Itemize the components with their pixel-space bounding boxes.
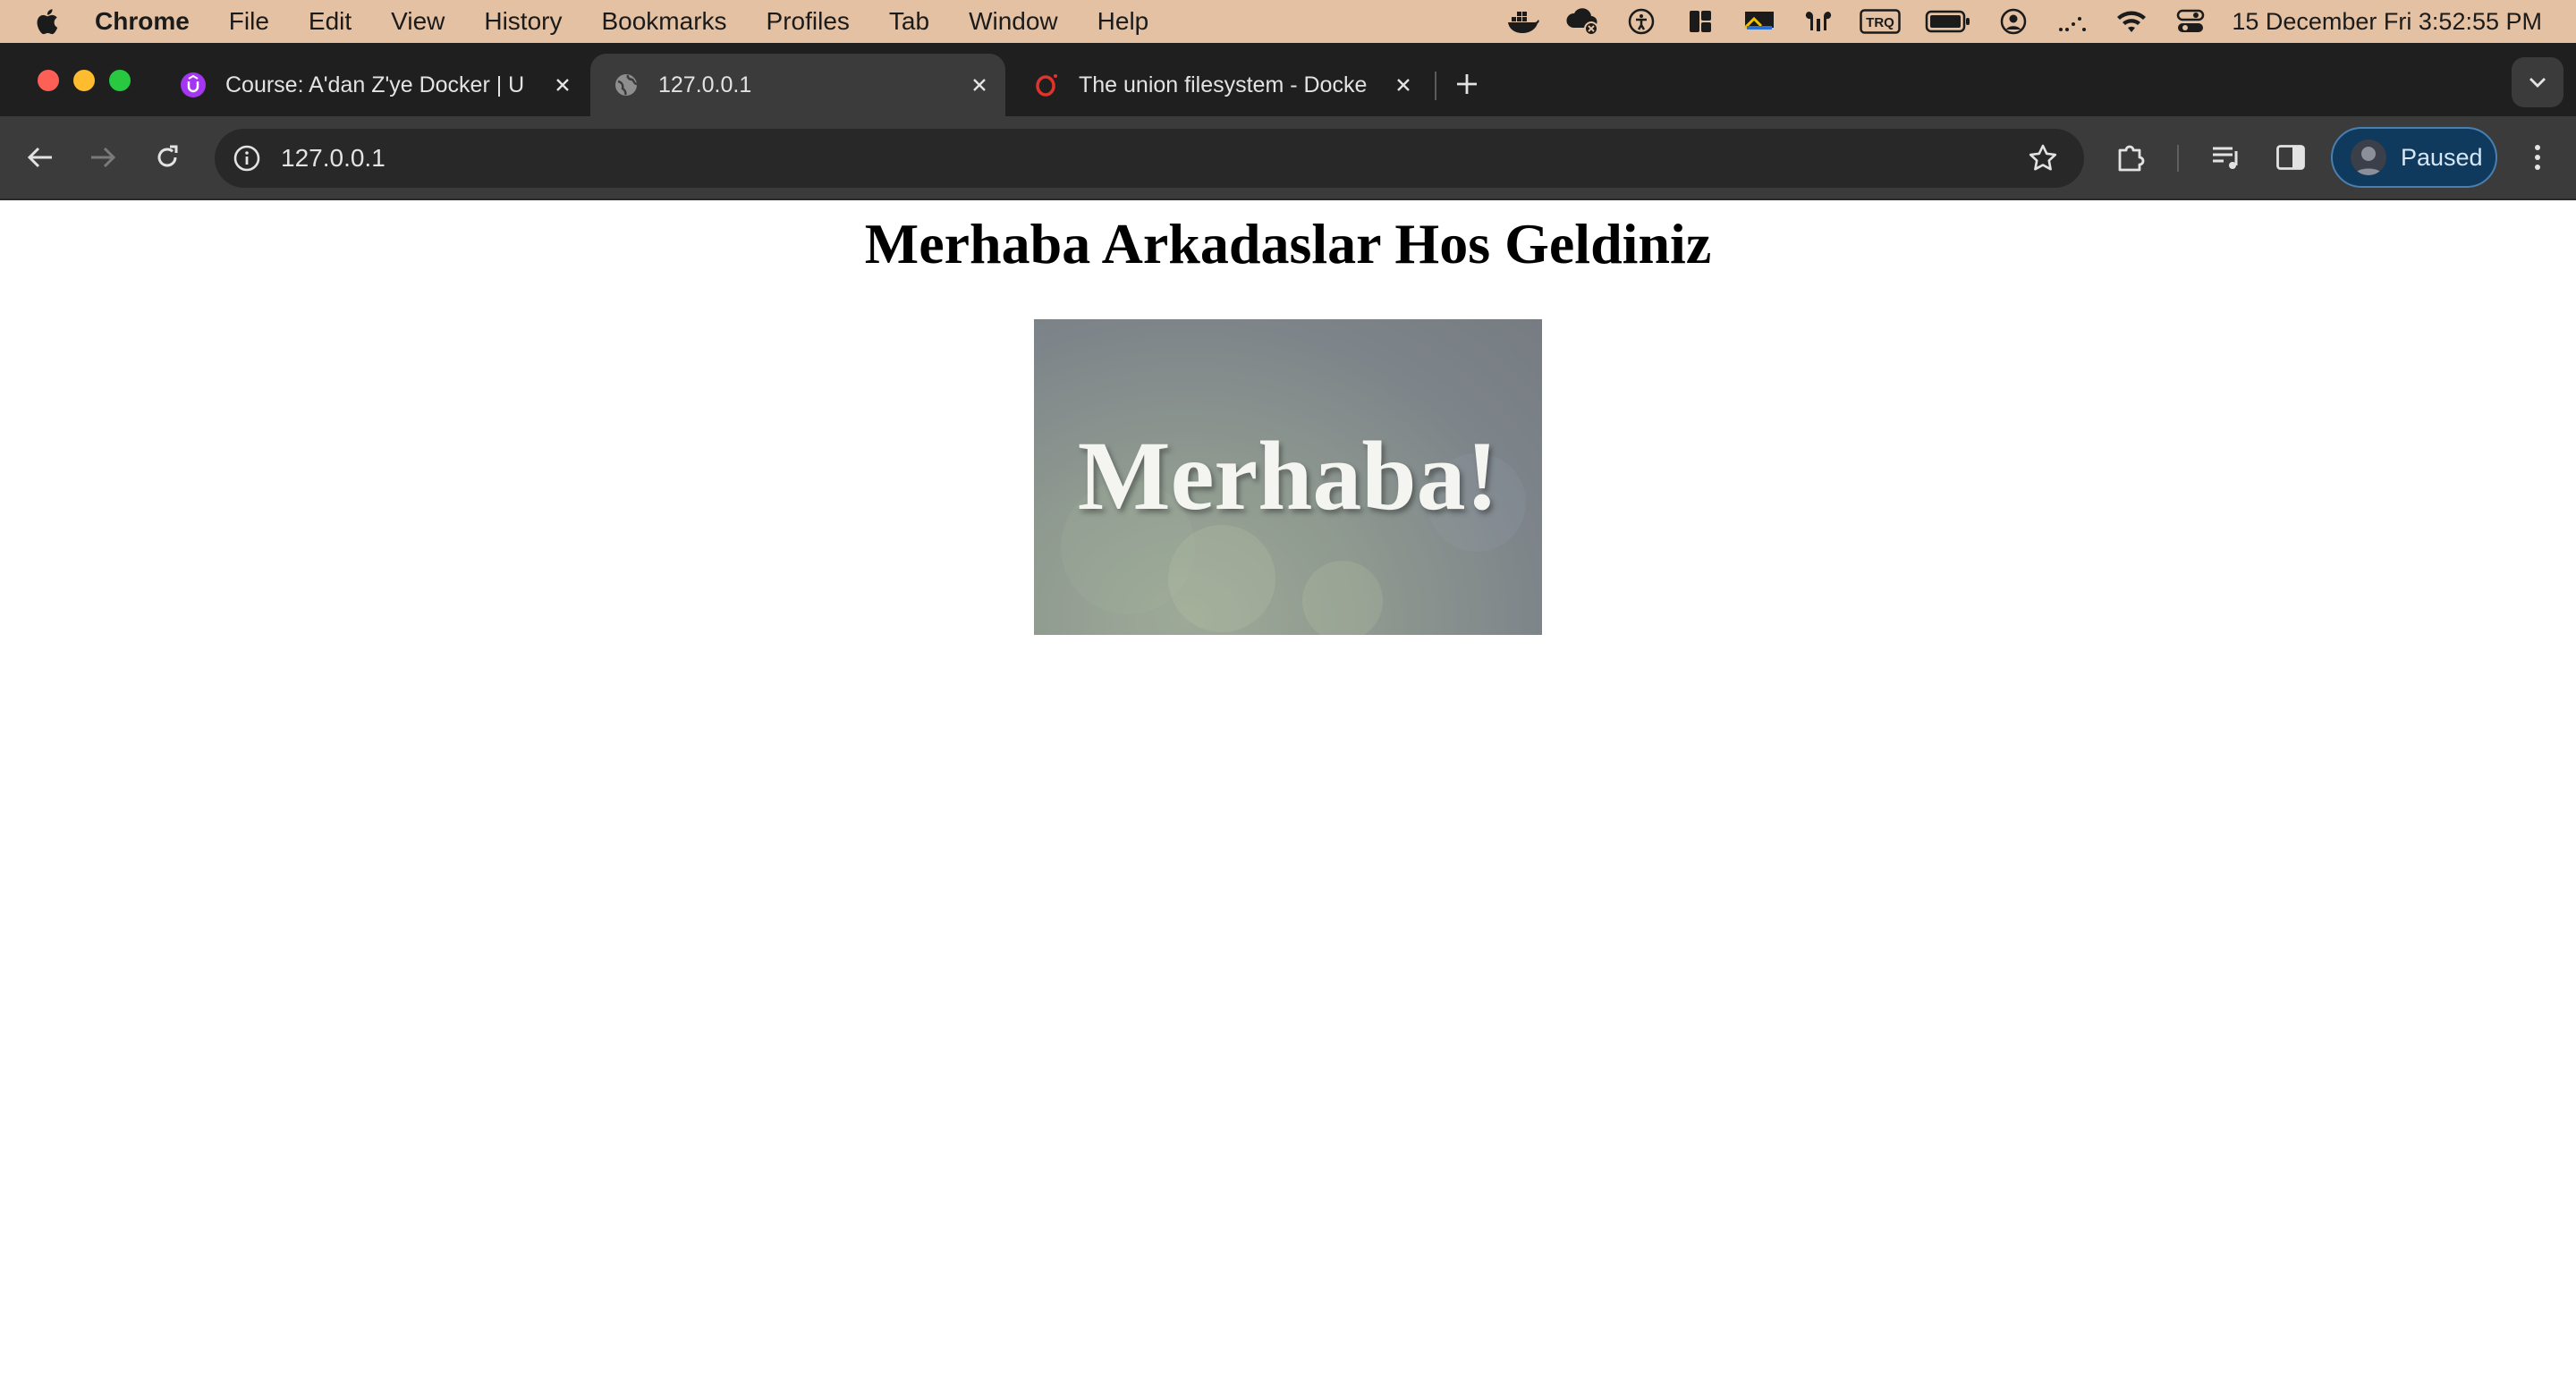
- image-bokeh: [1302, 561, 1383, 635]
- status-bar-icons: TRQ 15 December Fri 3:52:55 PM: [1505, 0, 2576, 43]
- battery-icon[interactable]: [1924, 4, 1972, 39]
- menu-history[interactable]: History: [484, 7, 562, 36]
- menu-window[interactable]: Window: [969, 7, 1058, 36]
- tab-udemy-course[interactable]: Course: A'dan Z'ye Docker | U: [157, 54, 589, 116]
- macos-menu-bar: Chrome File Edit View History Bookmarks …: [0, 0, 2576, 43]
- menu-edit[interactable]: Edit: [309, 7, 352, 36]
- menu-help[interactable]: Help: [1097, 7, 1149, 36]
- tab-localhost[interactable]: 127.0.0.1: [590, 54, 1005, 116]
- image-caption: Merhaba!: [1077, 421, 1499, 530]
- menu-profiles[interactable]: Profiles: [767, 7, 850, 36]
- browser-toolbar: 127.0.0.1 Paused: [0, 116, 2576, 200]
- page-viewport: Merhaba Arkadaslar Hos Geldiniz Merhaba!: [0, 200, 2576, 1395]
- input-source-label: TRQ: [1867, 15, 1895, 30]
- tab-title: 127.0.0.1: [658, 72, 752, 97]
- window-minimize-button[interactable]: [73, 70, 95, 91]
- menu-bookmarks[interactable]: Bookmarks: [601, 7, 726, 36]
- address-bar[interactable]: 127.0.0.1: [215, 129, 2084, 188]
- docker-whale-icon[interactable]: [1505, 4, 1541, 39]
- wifi-icon[interactable]: [2114, 4, 2149, 39]
- profile-paused-button[interactable]: Paused: [2331, 127, 2497, 188]
- reload-icon[interactable]: [147, 137, 188, 178]
- display-icon[interactable]: [1741, 4, 1777, 39]
- merhaba-image: Merhaba!: [1034, 319, 1542, 635]
- media-control-icon[interactable]: [2206, 137, 2247, 178]
- tab-title: Course: A'dan Z'ye Docker | U: [225, 72, 525, 97]
- tab-divider: [1435, 72, 1436, 100]
- close-icon[interactable]: [964, 70, 995, 100]
- page-title: Merhaba Arkadaslar Hos Geldiniz: [864, 212, 1712, 275]
- control-center-icon[interactable]: [2173, 4, 2208, 39]
- close-icon[interactable]: [1388, 70, 1419, 100]
- menu-tab[interactable]: Tab: [889, 7, 929, 36]
- globe-icon: [612, 71, 640, 99]
- window-layout-icon[interactable]: [1682, 4, 1718, 39]
- udemy-icon: [179, 71, 208, 99]
- network-activity-icon[interactable]: [2055, 4, 2090, 39]
- cloud-sync-icon[interactable]: [1564, 4, 1600, 39]
- site-info-icon[interactable]: [231, 142, 263, 174]
- tab-title: The union filesystem - Docke: [1079, 72, 1368, 97]
- avatar: [2351, 140, 2386, 175]
- extensions-puzzle-icon[interactable]: [2110, 137, 2151, 178]
- close-icon[interactable]: [547, 70, 578, 100]
- menu-chrome[interactable]: Chrome: [95, 7, 190, 36]
- back-arrow-icon[interactable]: [20, 137, 61, 178]
- bookmark-star-icon[interactable]: [2027, 142, 2059, 174]
- forward-arrow-icon[interactable]: [82, 137, 123, 178]
- input-source-icon[interactable]: TRQ: [1860, 4, 1902, 39]
- user-account-icon[interactable]: [1996, 4, 2031, 39]
- url-text[interactable]: 127.0.0.1: [281, 144, 386, 173]
- airpods-icon[interactable]: [1801, 4, 1836, 39]
- menubar-clock[interactable]: 15 December Fri 3:52:55 PM: [2232, 8, 2542, 36]
- window-close-button[interactable]: [38, 70, 59, 91]
- menu-view[interactable]: View: [391, 7, 445, 36]
- opera-icon: [1032, 71, 1061, 99]
- more-menu-icon[interactable]: [2517, 137, 2558, 178]
- tab-search-chevron-down-icon[interactable]: [2512, 57, 2563, 107]
- profile-status-label: Paused: [2401, 143, 2483, 171]
- menu-file[interactable]: File: [229, 7, 269, 36]
- apple-logo-icon[interactable]: [32, 4, 63, 38]
- tab-docker-docs[interactable]: The union filesystem - Docke: [1011, 54, 1429, 116]
- window-zoom-button[interactable]: [109, 70, 131, 91]
- browser-tab-strip: Course: A'dan Z'ye Docker | U 127.0.0.1 …: [0, 43, 2576, 116]
- accessibility-icon[interactable]: [1623, 4, 1659, 39]
- side-panel-icon[interactable]: [2270, 137, 2311, 178]
- toolbar-divider: [2177, 145, 2179, 172]
- new-tab-plus-icon[interactable]: [1451, 68, 1483, 100]
